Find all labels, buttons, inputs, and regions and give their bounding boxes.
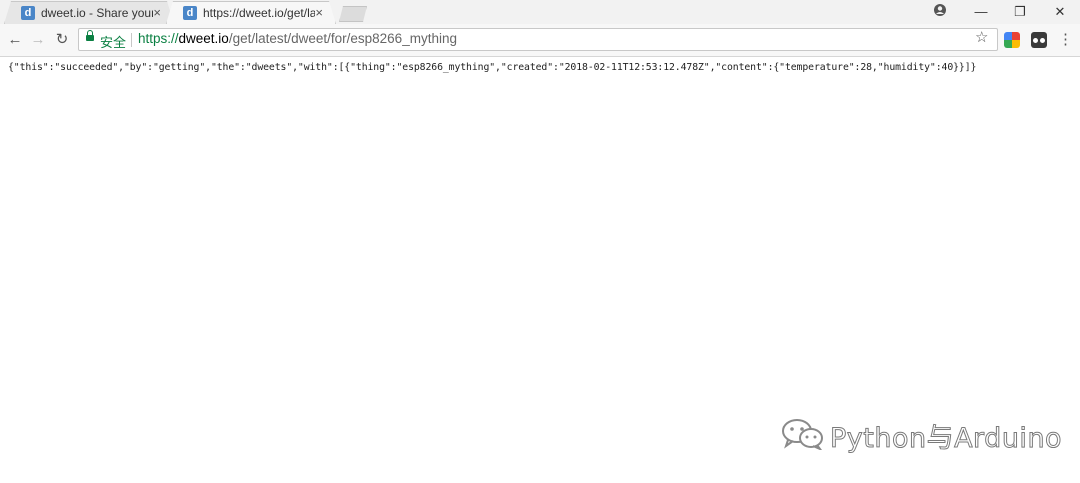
url-scheme: https:// <box>138 31 179 46</box>
dweet-favicon-icon: d <box>183 6 197 20</box>
json-response: {"this":"succeeded","by":"getting","the"… <box>8 62 977 73</box>
browser-toolbar: ← → ↻ 安全 https://dweet.io/get/latest/dwe… <box>0 24 1080 57</box>
restore-button[interactable]: ❐ <box>1005 3 1035 21</box>
close-window-button[interactable]: ✕ <box>1045 3 1075 21</box>
back-button[interactable]: ← <box>6 31 24 49</box>
bookmark-star-icon[interactable]: ☆ <box>975 29 988 47</box>
profile-icon[interactable] <box>925 3 955 21</box>
dweet-favicon-icon: d <box>21 6 35 20</box>
tab-dweet-home[interactable]: d dweet.io - Share your t × <box>4 1 174 24</box>
extension-tampermonkey-icon[interactable] <box>1031 32 1047 48</box>
lock-icon[interactable] <box>86 30 94 41</box>
menu-icon[interactable]: ⋮ <box>1058 31 1073 49</box>
url-host: dweet.io <box>178 31 229 46</box>
tab-close-icon[interactable]: × <box>153 5 161 21</box>
tab-dweet-get-latest[interactable]: d https://dweet.io/get/la × <box>166 1 336 24</box>
watermark-text: Python与Arduino <box>829 423 1063 455</box>
wechat-icon <box>782 419 823 450</box>
address-bar[interactable]: 安全 https://dweet.io/get/latest/dweet/for… <box>78 28 998 51</box>
tab-strip: d dweet.io - Share your t × d https://dw… <box>0 0 1080 24</box>
address-separator <box>131 33 132 47</box>
url-path: /get/latest/dweet/for/esp8266_mything <box>228 31 457 46</box>
tab-title: dweet.io - Share your t <box>41 6 153 20</box>
url-text[interactable]: https://dweet.io/get/latest/dweet/for/es… <box>138 31 457 46</box>
minimize-button[interactable]: — <box>966 3 996 21</box>
reload-button[interactable]: ↻ <box>53 31 71 49</box>
extension-colorful-icon[interactable] <box>1004 32 1020 48</box>
new-tab-button[interactable] <box>339 6 367 22</box>
tab-close-icon[interactable]: × <box>315 5 323 21</box>
tab-title: https://dweet.io/get/la <box>203 6 315 20</box>
forward-button[interactable]: → <box>29 31 47 49</box>
secure-label[interactable]: 安全 <box>100 32 126 51</box>
